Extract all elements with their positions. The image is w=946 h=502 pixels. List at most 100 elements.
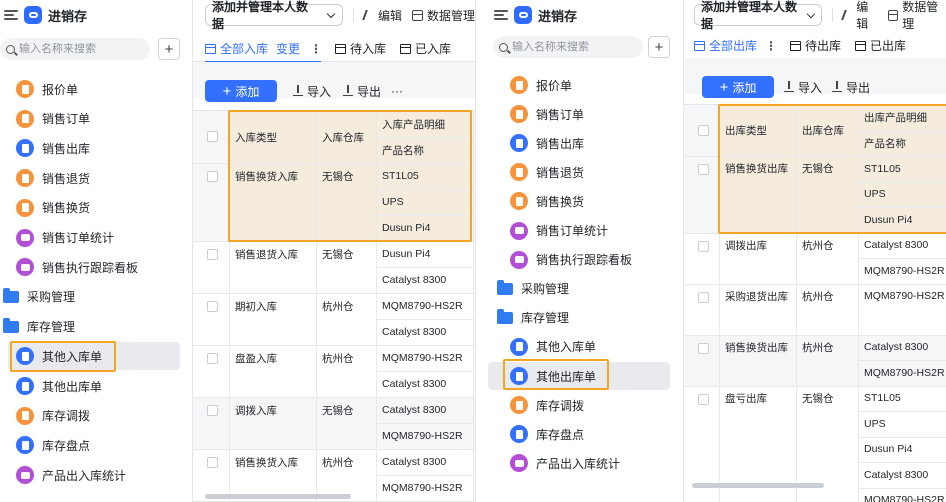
row-checkbox[interactable]	[207, 353, 218, 364]
grid-line	[858, 462, 946, 463]
cell-type: 盘亏出库	[725, 392, 767, 405]
view-select[interactable]: 添加并管理本人数据	[205, 0, 343, 31]
chart-icon	[510, 250, 528, 269]
cell-warehouse: 无锡仓	[322, 404, 354, 417]
row-checkbox[interactable]	[207, 301, 218, 312]
nav-item-3[interactable]: 销售退货	[510, 158, 584, 186]
menu-icon[interactable]	[4, 10, 18, 20]
cell-warehouse: 杭州仓	[802, 239, 834, 252]
upload-icon	[832, 81, 842, 92]
data-table: 入库类型 入库仓库 入库产品明细 产品名称 销售换货入库 无锡仓 ST1L05 UPS Dusu…	[193, 110, 475, 502]
select-all-checkbox[interactable]	[698, 124, 709, 136]
nav-item-6[interactable]: 销售执行跟踪看板	[16, 253, 138, 281]
horizontal-scrollbar[interactable]	[205, 494, 351, 499]
view-select[interactable]: 添加并管理本人数据	[694, 0, 823, 31]
nav-item-1[interactable]: 销售订单	[510, 100, 584, 128]
nav-item-7[interactable]: 采购管理	[496, 275, 569, 303]
row-checkbox[interactable]	[698, 164, 709, 175]
tab-bar: 全部入库 变更 ⋮ 待入库 已入库	[193, 36, 475, 63]
table-icon	[205, 43, 216, 54]
menu-icon[interactable]	[494, 10, 508, 20]
icon-glyph	[20, 471, 30, 479]
row-checkbox[interactable]	[698, 393, 709, 405]
search-box[interactable]	[493, 36, 643, 58]
data-manage-label: 数据管理	[426, 8, 475, 23]
data-manage-button[interactable]: 数据管理	[411, 7, 475, 24]
nav-item-7[interactable]: 采购管理	[2, 283, 75, 311]
tab-pending[interactable]: 待入库	[335, 36, 386, 62]
change-link[interactable]: 变更	[276, 40, 300, 57]
select-all-checkbox[interactable]	[207, 131, 218, 142]
tab-bar: 全部出库 ⋮ 待出库 已出库	[684, 33, 946, 60]
search-input[interactable]	[19, 43, 139, 55]
row-checkbox[interactable]	[207, 171, 218, 182]
nav-item-2[interactable]: 销售出库	[510, 129, 584, 157]
search-input[interactable]	[512, 41, 632, 53]
grid-line	[858, 258, 946, 259]
data-manage-button[interactable]: 数据管理	[888, 0, 946, 32]
nav-item-4[interactable]: 销售换货	[16, 194, 90, 222]
more-icon[interactable]: ⋮	[765, 39, 777, 53]
import-label: 导入	[798, 80, 823, 95]
row-checkbox[interactable]	[698, 240, 709, 252]
nav-item-11[interactable]: 库存调拨	[16, 402, 90, 430]
nav-item-5[interactable]: 销售订单统计	[16, 224, 114, 252]
add-button[interactable]: + 添加	[702, 76, 774, 98]
nav-item-8[interactable]: 库存管理	[496, 304, 569, 332]
form-icon	[510, 192, 528, 211]
header-warehouse: 入库仓库	[322, 131, 364, 144]
import-label: 导入	[307, 84, 332, 99]
row-checkbox[interactable]	[698, 342, 709, 354]
search-box[interactable]	[0, 38, 150, 60]
screenshot-root: 进销存 + 报价单销售订单销售出库销售退货销售换货销售订单统计销售执行跟踪看板采…	[0, 0, 946, 502]
nav-item-10[interactable]: 其他出库单	[16, 372, 102, 400]
tab-done[interactable]: 已入库	[400, 36, 451, 62]
nav-item-9[interactable]: 其他入库单	[8, 342, 180, 371]
nav-item-13[interactable]: 产品出入库统计	[510, 449, 620, 477]
nav-item-10[interactable]: 其他出库单	[488, 362, 670, 390]
nav-item-4[interactable]: 销售换货	[510, 187, 584, 215]
nav-label: 销售换货	[42, 201, 91, 216]
nav-item-9[interactable]: 其他入库单	[510, 333, 596, 361]
edit-button[interactable]: 编辑	[362, 7, 402, 24]
tab-all[interactable]: 全部入库 变更 ⋮	[205, 36, 322, 63]
nav-item-5[interactable]: 销售订单统计	[510, 217, 608, 245]
row-checkbox[interactable]	[207, 457, 218, 468]
header-detail: 出库产品明细	[864, 112, 927, 125]
form-icon	[510, 134, 528, 153]
nav-item-0[interactable]: 报价单	[16, 75, 78, 103]
edit-button[interactable]: 编辑	[841, 0, 878, 32]
row-checkbox[interactable]	[207, 249, 218, 260]
nav-item-13[interactable]: 产品出入库统计	[16, 461, 126, 489]
add-app-button[interactable]: +	[648, 36, 670, 58]
nav-item-3[interactable]: 销售退货	[16, 164, 90, 192]
nav-item-8[interactable]: 库存管理	[2, 313, 75, 341]
row-checkbox[interactable]	[207, 405, 218, 416]
nav-item-11[interactable]: 库存调拨	[510, 391, 584, 419]
icon-glyph	[515, 80, 523, 90]
tab-pending[interactable]: 待出库	[790, 33, 841, 59]
nav-item-12[interactable]: 库存盘点	[16, 431, 90, 459]
cell-product: MQM8790-HS2R	[864, 264, 945, 277]
icon-glyph	[21, 173, 29, 183]
tab-done[interactable]: 已出库	[855, 33, 906, 59]
nav-item-2[interactable]: 销售出库	[16, 134, 90, 162]
more-button[interactable]: ···	[391, 80, 403, 102]
data-table: 出库类型 出库仓库 出库产品明细 产品名称 销售换货出库 无锡仓 ST1L05 UPS Dusu…	[684, 104, 946, 502]
nav-item-0[interactable]: 报价单	[510, 71, 572, 99]
nav-item-6[interactable]: 销售执行跟踪看板	[510, 246, 632, 274]
horizontal-scrollbar[interactable]	[692, 483, 824, 488]
more-icon[interactable]: ⋮	[310, 42, 322, 56]
import-button[interactable]: 导入	[784, 76, 822, 98]
add-button[interactable]: + 添加	[205, 80, 277, 102]
add-app-button[interactable]: +	[158, 38, 180, 60]
export-button[interactable]: 导出	[343, 80, 381, 102]
nav-item-12[interactable]: 库存盘点	[510, 420, 584, 448]
grid-line	[376, 111, 377, 502]
nav-item-1[interactable]: 销售订单	[16, 105, 90, 133]
icon-glyph	[515, 167, 523, 177]
tab-all[interactable]: 全部出库 ⋮	[694, 33, 777, 60]
row-checkbox[interactable]	[698, 291, 709, 303]
import-button[interactable]: 导入	[293, 80, 331, 102]
export-button[interactable]: 导出	[832, 76, 870, 98]
